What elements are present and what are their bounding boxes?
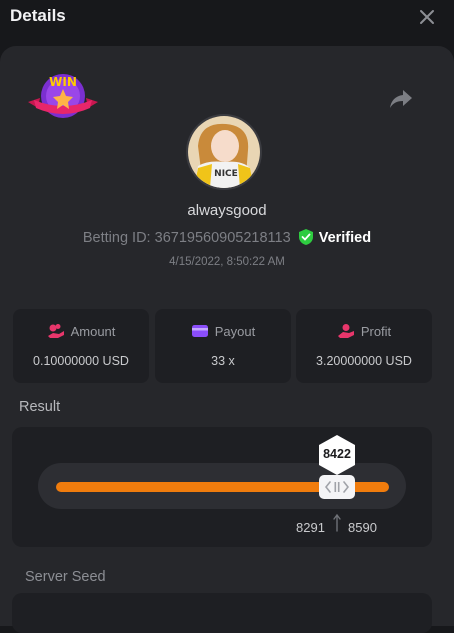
verified-shield-icon xyxy=(298,229,313,245)
profit-hand-icon xyxy=(337,324,354,338)
verified-label: Verified xyxy=(318,230,372,246)
avatar-shirt-text: NICE xyxy=(214,169,238,179)
range-high: 8590 xyxy=(348,520,377,535)
win-badge-icon: WIN xyxy=(28,74,98,118)
share-icon[interactable] xyxy=(389,88,413,110)
betting-id-line: Betting ID: 36719560905218113 Verified xyxy=(0,229,454,246)
server-seed-box xyxy=(12,593,432,633)
profit-label: Profit xyxy=(360,324,392,339)
range-up-arrow-icon xyxy=(333,513,341,532)
header: Details xyxy=(0,0,454,36)
username: alwaysgood xyxy=(187,202,267,219)
betting-id-label: Betting ID: xyxy=(82,230,151,246)
range-low: 8291 xyxy=(296,520,325,535)
profit-card: Profit 3.20000000 USD xyxy=(296,309,432,383)
server-seed-label: Server Seed xyxy=(25,569,106,585)
amount-label-row: Amount xyxy=(13,323,149,339)
avatar: NICE xyxy=(186,114,262,190)
amount-label: Amount xyxy=(70,324,116,339)
betting-id-value: 36719560905218113 xyxy=(154,230,291,246)
card-icon xyxy=(191,325,208,337)
win-badge-text: WIN xyxy=(49,75,77,89)
avatar-image: NICE xyxy=(188,116,260,188)
payout-card: Payout 33 x xyxy=(155,309,291,383)
payout-label: Payout xyxy=(214,324,256,339)
amount-value: 0.10000000 USD xyxy=(33,354,129,368)
bet-timestamp: 4/15/2022, 8:50:22 AM xyxy=(169,256,285,268)
page-title: Details xyxy=(10,6,66,25)
result-slider-handle[interactable] xyxy=(319,475,355,499)
payout-label-row: Payout xyxy=(155,323,291,339)
amount-card: Amount 0.10000000 USD xyxy=(13,309,149,383)
result-value: 8422 xyxy=(323,447,351,461)
profit-value: 3.20000000 USD xyxy=(316,354,412,368)
result-label: Result xyxy=(19,399,61,415)
coins-hand-icon xyxy=(47,324,64,338)
payout-value: 33 x xyxy=(211,354,235,368)
close-icon[interactable] xyxy=(418,8,436,26)
drag-handle-icon xyxy=(325,481,349,493)
profit-label-row: Profit xyxy=(296,323,432,339)
